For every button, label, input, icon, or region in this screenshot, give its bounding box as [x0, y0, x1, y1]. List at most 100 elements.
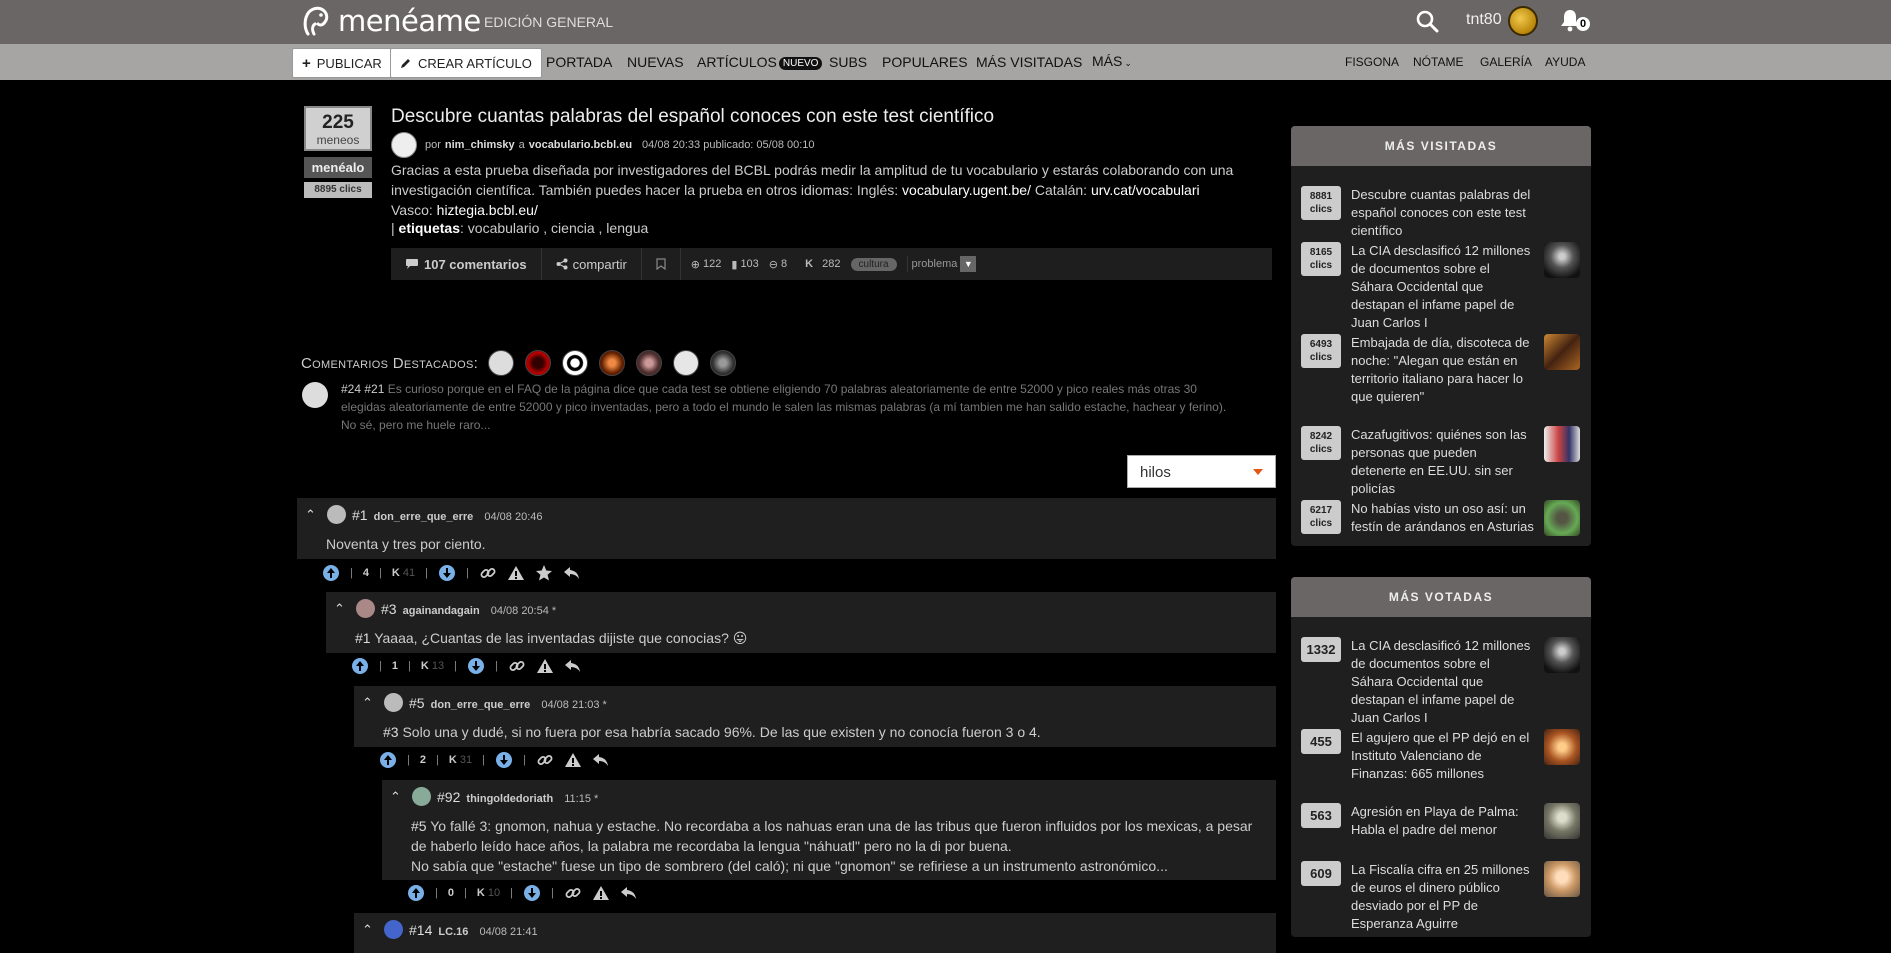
report-icon[interactable]	[507, 564, 525, 582]
category-badge[interactable]: cultura	[850, 257, 897, 271]
edition-label[interactable]: EDICIÓN GENERAL	[484, 14, 613, 30]
nav-galeria[interactable]: GALERÍA	[1480, 55, 1532, 69]
avatar[interactable]	[356, 599, 375, 618]
comment-number[interactable]: #1	[352, 507, 368, 523]
avatar[interactable]	[1508, 6, 1538, 36]
avatar[interactable]	[562, 350, 589, 376]
nav-populares[interactable]: POPULARES	[882, 54, 968, 70]
tags-list[interactable]: vocabulario , ciencia , lengua	[468, 220, 649, 236]
collapse-icon[interactable]: ⌃	[362, 695, 373, 711]
comments-link[interactable]: 107 comentarios	[391, 248, 542, 280]
author-avatar[interactable]	[391, 132, 417, 158]
sidebar-item-title[interactable]: El agujero que el PP dejó en el Institut…	[1351, 729, 1534, 783]
story-domain[interactable]: vocabulario.bcbl.eu	[529, 139, 632, 151]
avatar[interactable]	[710, 350, 737, 376]
collapse-icon[interactable]: ⌃	[334, 601, 345, 617]
link-icon[interactable]	[479, 564, 497, 582]
avatar[interactable]	[384, 693, 403, 712]
search-icon[interactable]	[1414, 8, 1440, 34]
comment-ref[interactable]: #3	[383, 724, 399, 740]
avatar[interactable]	[302, 382, 328, 408]
notifications-button[interactable]: 0	[1559, 8, 1595, 34]
thumbnail[interactable]	[1544, 729, 1580, 765]
downvote-icon[interactable]	[523, 884, 541, 902]
sidebar-item-title[interactable]: La Fiscalía cifra en 25 millones de euro…	[1351, 861, 1534, 933]
avatar[interactable]	[525, 350, 552, 376]
report-icon[interactable]	[564, 751, 582, 769]
report-icon[interactable]	[592, 884, 610, 902]
comment-number[interactable]: #5	[409, 695, 425, 711]
avatar[interactable]	[673, 350, 700, 376]
reply-icon[interactable]	[564, 657, 582, 675]
link-icon[interactable]	[536, 751, 554, 769]
downvote-icon[interactable]	[495, 751, 513, 769]
comment-user[interactable]: don_erre_que_erre	[374, 511, 474, 523]
reply-icon[interactable]	[620, 884, 638, 902]
comment-user[interactable]: LC.16	[438, 926, 468, 938]
collapse-icon[interactable]: ⌃	[305, 507, 316, 523]
avatar[interactable]	[384, 920, 403, 939]
username[interactable]: tnt80	[1466, 11, 1502, 29]
nav-subs[interactable]: SUBS	[829, 54, 867, 70]
thumbnail[interactable]	[1544, 861, 1580, 897]
star-icon[interactable]	[535, 564, 553, 582]
nav-notame[interactable]: NÓTAME	[1413, 55, 1463, 69]
comment-number[interactable]: #92	[437, 789, 460, 805]
share-button[interactable]: compartir	[542, 248, 642, 280]
comment-user[interactable]: againandagain	[403, 605, 480, 617]
nav-portada[interactable]: PORTADA	[546, 54, 612, 70]
link-english[interactable]: vocabulary.ugent.be/	[902, 182, 1031, 198]
comment-ref[interactable]: #5	[411, 818, 427, 834]
problem-select[interactable]: problema ▼	[906, 256, 977, 272]
logo[interactable]: menéame	[300, 4, 481, 38]
menealo-button[interactable]: menéalo	[304, 157, 372, 178]
comment-user[interactable]: thingoldedoriath	[466, 793, 553, 805]
avatar[interactable]	[488, 350, 515, 376]
thumbnail[interactable]	[1544, 637, 1580, 673]
avatar[interactable]	[599, 350, 626, 376]
downvote-icon[interactable]	[467, 657, 485, 675]
nav-nuevas[interactable]: NUEVAS	[627, 54, 684, 70]
comment-ref[interactable]: #24 #21	[341, 382, 384, 396]
comment-number[interactable]: #14	[409, 922, 432, 938]
publish-button[interactable]: + PUBLICAR	[292, 48, 392, 78]
nav-mas[interactable]: MÁS ⌄	[1092, 53, 1132, 69]
thumbnail[interactable]	[1544, 334, 1580, 370]
nav-ayuda[interactable]: AYUDA	[1545, 55, 1585, 69]
avatar[interactable]	[327, 505, 346, 524]
thumbnail[interactable]	[1544, 242, 1580, 278]
order-select[interactable]: hilos	[1127, 455, 1276, 488]
comment-number[interactable]: #3	[381, 601, 397, 617]
sidebar-item-title[interactable]: La CIA desclasificó 12 millones de docum…	[1351, 242, 1534, 332]
thumbnail[interactable]	[1544, 500, 1580, 536]
report-icon[interactable]	[536, 657, 554, 675]
link-icon[interactable]	[508, 657, 526, 675]
sidebar-item-title[interactable]: Cazafugitivos: quiénes son las personas …	[1351, 426, 1534, 498]
create-article-button[interactable]: CREAR ARTÍCULO	[390, 48, 542, 78]
link-basque[interactable]: hiztegia.bcbl.eu/	[437, 202, 538, 218]
link-icon[interactable]	[564, 884, 582, 902]
upvote-icon[interactable]	[351, 657, 369, 675]
sidebar-item-title[interactable]: Embajada de día, discoteca de noche: "Al…	[1351, 334, 1534, 406]
link-catalan[interactable]: urv.cat/vocabulari	[1091, 182, 1200, 198]
nav-fisgona[interactable]: FISGONA	[1345, 55, 1399, 69]
sidebar-item-title[interactable]: Descubre cuantas palabras del español co…	[1351, 186, 1534, 240]
story-title[interactable]: Descubre cuantas palabras del español co…	[391, 106, 994, 128]
comment-user[interactable]: don_erre_que_erre	[431, 699, 531, 711]
reply-icon[interactable]	[592, 751, 610, 769]
story-author[interactable]: nim_chimsky	[445, 139, 515, 151]
upvote-icon[interactable]	[379, 751, 397, 769]
sidebar-item-title[interactable]: No habías visto un oso así: un festín de…	[1351, 500, 1534, 536]
downvote-icon[interactable]	[438, 564, 456, 582]
collapse-icon[interactable]: ⌃	[362, 922, 373, 938]
reply-icon[interactable]	[563, 564, 581, 582]
featured-comment-text[interactable]: #24 #21 Es curioso porque en el FAQ de l…	[341, 380, 1241, 434]
avatar[interactable]	[412, 787, 431, 806]
collapse-icon[interactable]: ⌃	[390, 789, 401, 805]
nav-articulos[interactable]: ARTÍCULOS NUEVO	[697, 54, 823, 70]
upvote-icon[interactable]	[407, 884, 425, 902]
bookmark-button[interactable]	[642, 248, 681, 280]
comment-ref[interactable]: #1	[355, 630, 371, 646]
nav-mas-visitadas[interactable]: MÁS VISITADAS	[976, 54, 1082, 70]
sidebar-item-title[interactable]: La CIA desclasificó 12 millones de docum…	[1351, 637, 1534, 727]
